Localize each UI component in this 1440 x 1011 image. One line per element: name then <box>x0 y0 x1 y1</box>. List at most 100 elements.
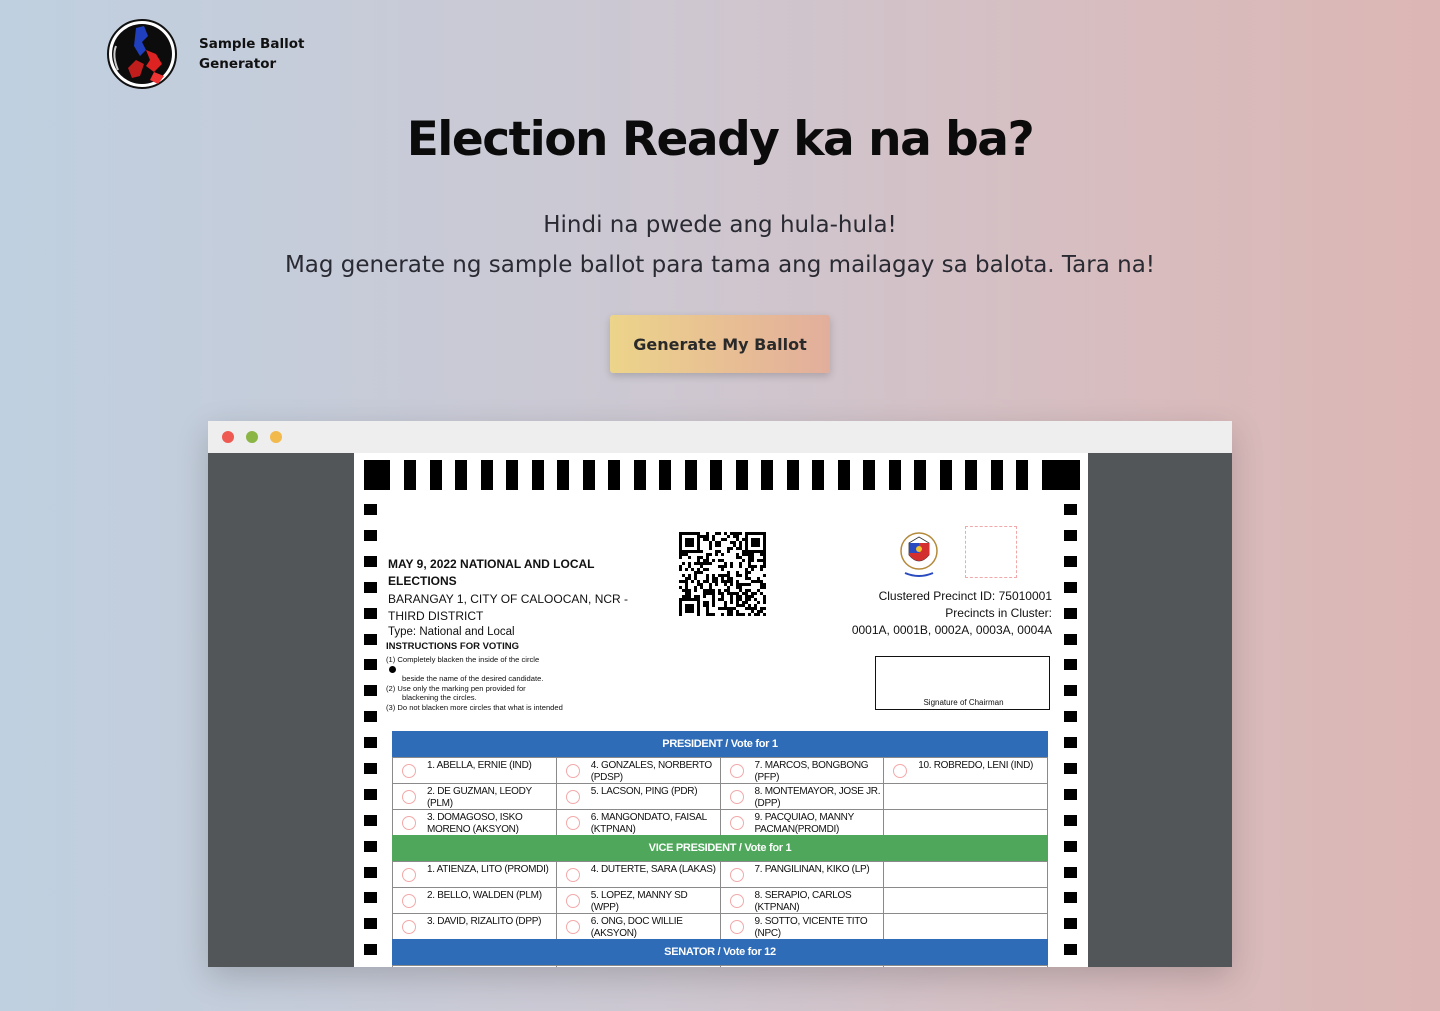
candidate-name: 6. ONG, DOC WILLIE (AKSYON) <box>590 916 683 939</box>
vote-circle[interactable] <box>729 764 744 778</box>
vote-circle[interactable] <box>565 790 580 804</box>
vote-circle[interactable] <box>565 920 580 934</box>
candidate-cell[interactable] <box>883 965 1048 967</box>
timing-mark <box>364 530 377 541</box>
candidate-row: 1. ABELLA, ERNIE (IND) 4. GONZALES, NORBE… <box>392 757 1048 784</box>
candidate-cell[interactable]: 2. DE GUZMAN, LEODY (PLM) <box>392 783 557 810</box>
timing-mark <box>506 460 518 490</box>
timing-mark <box>364 892 377 903</box>
vote-circle[interactable] <box>893 764 908 778</box>
timing-mark <box>1054 460 1080 490</box>
candidate-name: 5. LACSON, PING (PDR) <box>590 786 698 797</box>
precincts-label: Precincts in Cluster: <box>945 606 1052 620</box>
empty-cell <box>883 783 1048 810</box>
candidate-cell[interactable]: 9. PACQUIAO, MANNY PACMAN(PROMDI) <box>719 809 885 836</box>
vote-circle[interactable] <box>402 764 416 778</box>
timing-mark <box>364 460 390 490</box>
candidate-row: 2. BELLO, WALDEN (PLM) 5. LOPEZ, MANNY SD… <box>392 887 1048 914</box>
timing-mark <box>364 867 377 878</box>
timing-mark <box>1042 460 1054 490</box>
candidate-cell[interactable] <box>719 965 885 967</box>
candidate-name: 6. MANGONDATO, FAISAL (KTPNAN) <box>590 812 707 835</box>
timing-mark <box>991 460 1003 490</box>
vote-circle[interactable] <box>729 868 744 882</box>
candidate-cell[interactable] <box>555 965 721 967</box>
timing-mark <box>1064 918 1077 929</box>
vote-circle[interactable] <box>402 816 416 830</box>
candidate-name: 4. DUTERTE, SARA (LAKAS) <box>590 864 716 875</box>
timing-mark <box>1064 815 1077 826</box>
timing-mark <box>1016 460 1028 490</box>
timing-mark <box>364 711 377 722</box>
logo-icon[interactable] <box>106 16 178 92</box>
candidate-cell[interactable]: 8. SERAPIO, CARLOS (KTPNAN) <box>719 887 885 914</box>
candidate-cell[interactable]: 10. ROBREDO, LENI (IND) <box>883 757 1048 784</box>
signature-label: Signature of Chairman <box>923 698 1004 707</box>
ballot-election-title: MAY 9, 2022 NATIONAL AND LOCAL ELECTIONS <box>388 557 595 588</box>
vote-circle[interactable] <box>402 894 416 908</box>
vote-circle[interactable] <box>402 920 416 934</box>
timing-mark <box>404 460 416 490</box>
timing-mark <box>364 659 377 670</box>
candidate-cell[interactable]: 6. ONG, DOC WILLIE (AKSYON) <box>555 913 721 940</box>
hero-headline: Election Ready ka na ba? <box>406 112 1035 167</box>
senator-section-header: SENATOR / Vote for 12 <box>392 939 1048 965</box>
candidate-cell[interactable]: 8. MONTEMAYOR, JOSE JR. (DPP) <box>719 783 885 810</box>
candidate-row: 3. DAVID, RIZALITO (DPP) 6. ONG, DOC WILL… <box>392 913 1048 940</box>
timing-mark <box>557 460 569 490</box>
window-titlebar <box>208 421 1232 453</box>
instructions-title: INSTRUCTIONS FOR VOTING <box>386 641 519 652</box>
candidate-name: 1. ATIENZA, LITO (PROMDI) <box>427 864 549 875</box>
candidate-cell[interactable]: 5. LOPEZ, MANNY SD (WPP) <box>555 887 721 914</box>
precinct-id: Clustered Precinct ID: 75010001 <box>878 589 1052 603</box>
timing-mark <box>364 841 377 852</box>
timing-mark <box>736 460 748 490</box>
timing-mark <box>1064 892 1077 903</box>
candidate-cell[interactable]: 4. GONZALES, NORBERTO (PDSP) <box>555 757 721 784</box>
generate-ballot-button[interactable]: Generate My Ballot <box>610 315 830 373</box>
timing-mark <box>965 460 977 490</box>
vote-circle[interactable] <box>565 894 580 908</box>
candidate-cell[interactable] <box>392 965 557 967</box>
instruction-line: beside the name of the desired candidate… <box>402 674 544 684</box>
candidate-cell[interactable]: 4. DUTERTE, SARA (LAKAS) <box>555 861 721 888</box>
candidate-cell[interactable]: 2. BELLO, WALDEN (PLM) <box>392 887 557 914</box>
vote-circle[interactable] <box>402 790 416 804</box>
vote-circle[interactable] <box>729 894 744 908</box>
candidate-cell[interactable]: 3. DOMAGOSO, ISKO MORENO (AKSYON) <box>392 809 557 836</box>
candidate-row: 2. DE GUZMAN, LEODY (PLM) 5. LACSON, PING… <box>392 783 1048 810</box>
candidate-cell[interactable]: 7. PANGILINAN, KIKO (LP) <box>719 861 885 888</box>
candidate-row: 3. DOMAGOSO, ISKO MORENO (AKSYON) 6. MANG… <box>392 809 1048 836</box>
maximize-dot-icon <box>246 431 258 443</box>
empty-cell <box>883 861 1048 888</box>
brand-name[interactable]: Sample Ballot Generator <box>199 34 339 74</box>
brand-line-2: Generator <box>199 56 277 72</box>
vote-circle[interactable] <box>729 816 744 830</box>
candidate-name: 8. SERAPIO, CARLOS (KTPNAN) <box>754 890 852 913</box>
candidate-cell[interactable]: 9. SOTTO, VICENTE TITO (NPC) <box>719 913 885 940</box>
vote-circle[interactable] <box>565 816 580 830</box>
candidate-row: 1. ATIENZA, LITO (PROMDI) 4. DUTERTE, SAR… <box>392 861 1048 888</box>
candidate-cell[interactable]: 6. MANGONDATO, FAISAL (KTPNAN) <box>555 809 721 836</box>
candidate-cell[interactable]: 7. MARCOS, BONGBONG (PFP) <box>719 757 885 784</box>
timing-mark <box>1064 556 1077 567</box>
instruction-line: (3) Do not blacken more circles that wha… <box>386 702 563 712</box>
vote-circle[interactable] <box>565 764 580 778</box>
candidate-name: 10. ROBREDO, LENI (IND) <box>918 760 1034 771</box>
timing-mark <box>364 608 377 619</box>
candidate-cell[interactable]: 1. ABELLA, ERNIE (IND) <box>392 757 557 784</box>
president-candidates: 1. ABELLA, ERNIE (IND) 4. GONZALES, NORBE… <box>392 757 1048 836</box>
precinct-info: Clustered Precinct ID: 75010001 Precinct… <box>834 588 1052 639</box>
vote-circle[interactable] <box>402 868 416 882</box>
vote-circle[interactable] <box>565 868 580 882</box>
instruction-line: (2) Use only the marking pen provided fo… <box>386 683 526 693</box>
candidate-cell[interactable]: 5. LACSON, PING (PDR) <box>555 783 721 810</box>
candidate-cell[interactable]: 3. DAVID, RIZALITO (DPP) <box>392 913 557 940</box>
candidate-cell[interactable]: 1. ATIENZA, LITO (PROMDI) <box>392 861 557 888</box>
timing-mark <box>685 460 697 490</box>
close-dot-icon <box>222 431 234 443</box>
vote-circle[interactable] <box>729 790 744 804</box>
timing-mark <box>659 460 671 490</box>
timing-mark <box>940 460 952 490</box>
vote-circle[interactable] <box>729 920 744 934</box>
